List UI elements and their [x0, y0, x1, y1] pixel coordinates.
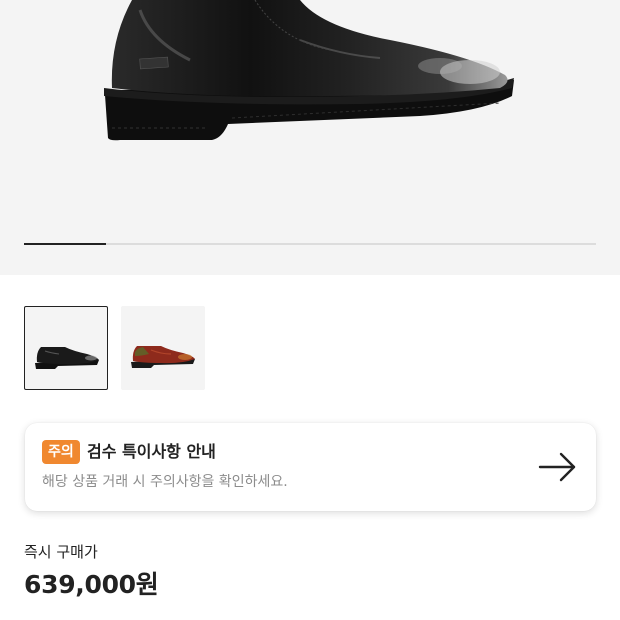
notice-title: 검수 특이사항 안내: [87, 442, 216, 461]
red-shoe-thumbnail-image: [131, 346, 195, 368]
carousel-progress-track: [24, 242, 596, 245]
black-derby-shoe-image: [104, 0, 514, 141]
instant-buy-price: 639,000원: [24, 570, 159, 599]
notice-description: 해당 상품 거래 시 주의사항을 확인하세요.: [42, 474, 288, 490]
black-shoe-thumbnail[interactable]: [24, 306, 108, 390]
caution-badge: 주의: [42, 440, 80, 464]
red-shoe-thumbnail[interactable]: [121, 306, 205, 390]
arrow-right-icon[interactable]: [538, 449, 578, 485]
product-image-carousel[interactable]: [0, 0, 620, 275]
inspection-notice-card[interactable]: 주의 검수 특이사항 안내 해당 상품 거래 시 주의사항을 확인하세요.: [25, 423, 596, 511]
instant-buy-label: 즉시 구매가: [24, 543, 98, 561]
black-shoe-thumbnail-image: [35, 347, 99, 369]
carousel-progress-indicator: [24, 242, 106, 245]
